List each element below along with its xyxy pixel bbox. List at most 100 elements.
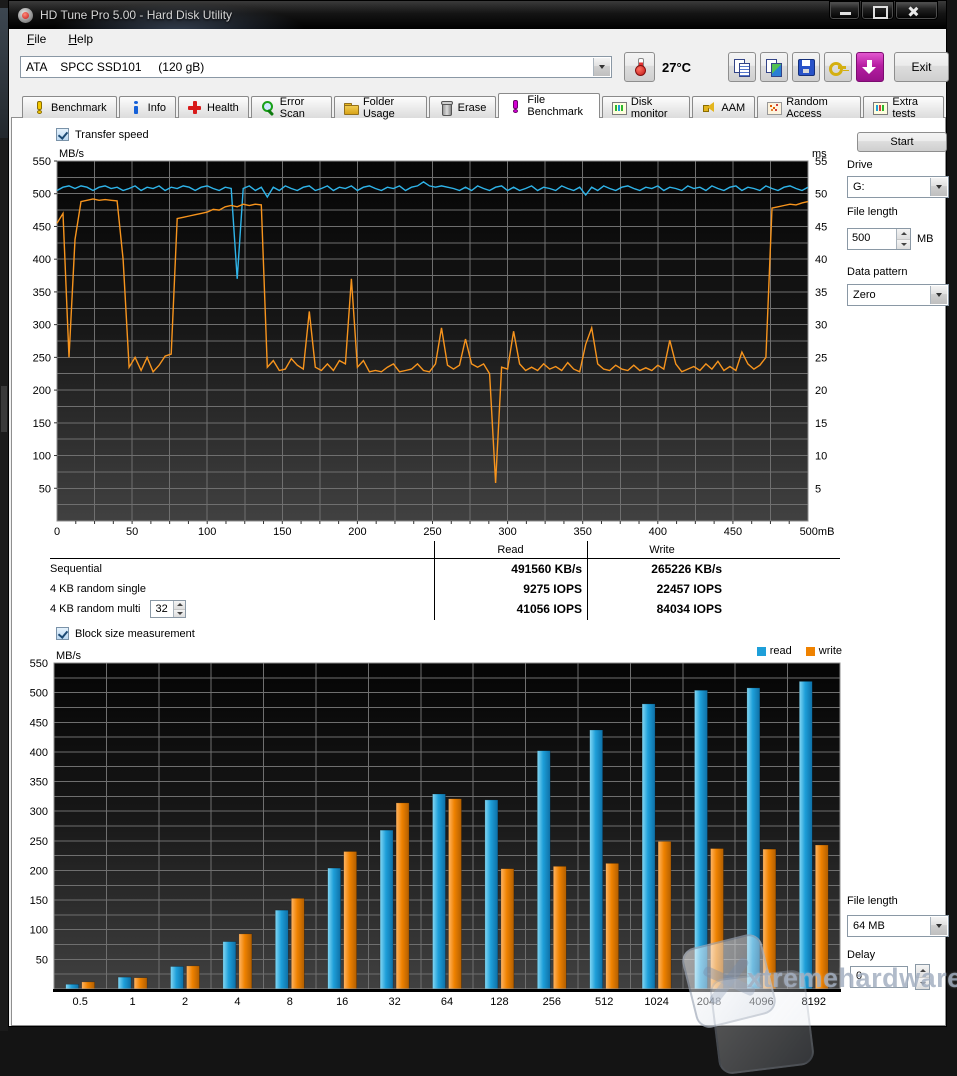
save-button[interactable] [792,52,820,82]
svg-text:1: 1 [130,996,136,1008]
svg-text:10: 10 [815,451,827,463]
svg-text:128: 128 [490,996,508,1008]
tab-label: Health [207,102,239,114]
result-read-value: 41056 IOPS [434,602,587,616]
tab-health[interactable]: Health [178,96,249,118]
file-length-label: File length [847,206,898,218]
tab-label: AAM [721,102,745,114]
tab-folder-usage[interactable]: Folder Usage [334,96,427,118]
svg-text:300: 300 [33,320,51,332]
svg-text:350: 350 [30,777,48,789]
disk-monitor-icon [612,101,626,114]
spin-up-button[interactable] [897,229,910,240]
file-length-spinner[interactable]: 500 [847,228,911,250]
svg-text:150: 150 [273,526,291,538]
svg-text:40: 40 [815,254,827,266]
tab-label: Extra tests [892,96,934,120]
svg-text:4: 4 [234,996,240,1008]
watermark-text: xtremehardware.com [747,963,957,994]
transfer-speed-checkbox[interactable] [56,128,69,141]
extra-tests-icon [873,101,887,114]
temperature-button[interactable] [624,52,655,82]
svg-text:0.5: 0.5 [73,996,88,1008]
result-read-value: 491560 KB/s [434,562,587,576]
app-icon [18,8,33,23]
spin-down-button[interactable] [174,610,185,618]
svg-text:500: 500 [33,189,51,201]
drive-letter-selector[interactable]: G: [847,176,949,198]
drive-selector-arrow[interactable] [593,58,610,76]
tab-erase[interactable]: Erase [429,96,497,118]
block-file-length-selector[interactable]: 64 MB [847,915,949,937]
svg-text:MB/s: MB/s [59,148,85,160]
tab-label: Benchmark [51,102,107,114]
copy-report-button[interactable] [728,52,756,82]
spin-down-button[interactable] [897,240,910,250]
tab-aam[interactable]: AAM [692,96,755,118]
tab-label: Erase [458,102,487,114]
svg-text:20: 20 [815,385,827,397]
folder-usage-icon [344,101,358,114]
svg-text:ms: ms [812,148,827,160]
transfer-speed-label: Transfer speed [75,129,149,141]
svg-text:512: 512 [595,996,613,1008]
result-row: 4 KB random single9275 IOPS22457 IOPS [50,579,840,599]
spin-up-button[interactable] [174,601,185,610]
svg-text:5: 5 [815,483,821,495]
block-size-chart: 0.51248163264128256512102420484096819255… [18,649,918,1014]
drive-letter-value: G: [848,181,865,193]
exit-button[interactable]: Exit [894,52,949,82]
tab-file-benchmark[interactable]: File Benchmark [498,93,600,118]
tab-label: Random Access [786,96,851,120]
tabstrip: Benchmark Info Health Error Scan Folder Usag… [22,93,946,118]
data-pattern-value: Zero [848,289,876,301]
svg-text:250: 250 [423,526,441,538]
svg-text:64: 64 [441,996,453,1008]
file-benchmark-panel: Transfer speed 5505004504003503002502001… [11,117,946,1026]
tab-info[interactable]: Info [119,96,176,118]
tab-disk-monitor[interactable]: Disk monitor [602,96,690,118]
tab-extra-tests[interactable]: Extra tests [863,96,944,118]
svg-text:450: 450 [724,526,742,538]
result-row: 4 KB random multi3241056 IOPS84034 IOPS [50,599,840,619]
write-column-header: Write [587,544,737,556]
minimize-button[interactable] [829,1,860,20]
data-pattern-label: Data pattern [847,266,908,278]
background-window-fragment [1,386,7,432]
svg-text:400: 400 [33,254,51,266]
maximize-button[interactable] [861,1,894,20]
transfer-speed-checkbox-row: Transfer speed [56,128,149,141]
svg-text:400: 400 [30,747,48,759]
table-header: Read Write [50,541,840,558]
window-title: HD Tune Pro 5.00 - Hard Disk Utility [40,8,232,22]
error-scan-icon [261,101,275,114]
menu-item-file[interactable]: File [18,30,55,48]
queue-depth-spinner[interactable]: 32 [150,600,186,618]
svg-text:150: 150 [33,418,51,430]
thermometer-icon [631,58,649,76]
tab-random-access[interactable]: Random Access [757,96,861,118]
copy-screenshot-button[interactable] [760,52,788,82]
svg-text:50: 50 [39,483,51,495]
svg-text:200: 200 [348,526,366,538]
svg-text:0: 0 [54,526,60,538]
svg-text:300: 300 [30,806,48,818]
options-button[interactable] [824,52,852,82]
drive-selector[interactable]: ATA SPCC SSD101 (120 gB) [20,56,612,78]
svg-text:250: 250 [30,836,48,848]
capture-button[interactable] [856,52,884,82]
tab-benchmark[interactable]: Benchmark [22,96,117,118]
start-button[interactable]: Start [857,132,947,152]
menu-item-help[interactable]: Help [59,30,102,48]
block-size-checkbox[interactable] [56,627,69,640]
close-button[interactable] [895,1,938,20]
svg-text:32: 32 [388,996,400,1008]
table-divider [434,541,435,620]
tab-error-scan[interactable]: Error Scan [251,96,332,118]
tab-label: Error Scan [280,96,322,120]
info-icon [129,101,143,114]
data-pattern-selector[interactable]: Zero [847,284,949,306]
svg-text:450: 450 [33,221,51,233]
window-controls [829,1,938,20]
random-access-icon [767,101,781,114]
